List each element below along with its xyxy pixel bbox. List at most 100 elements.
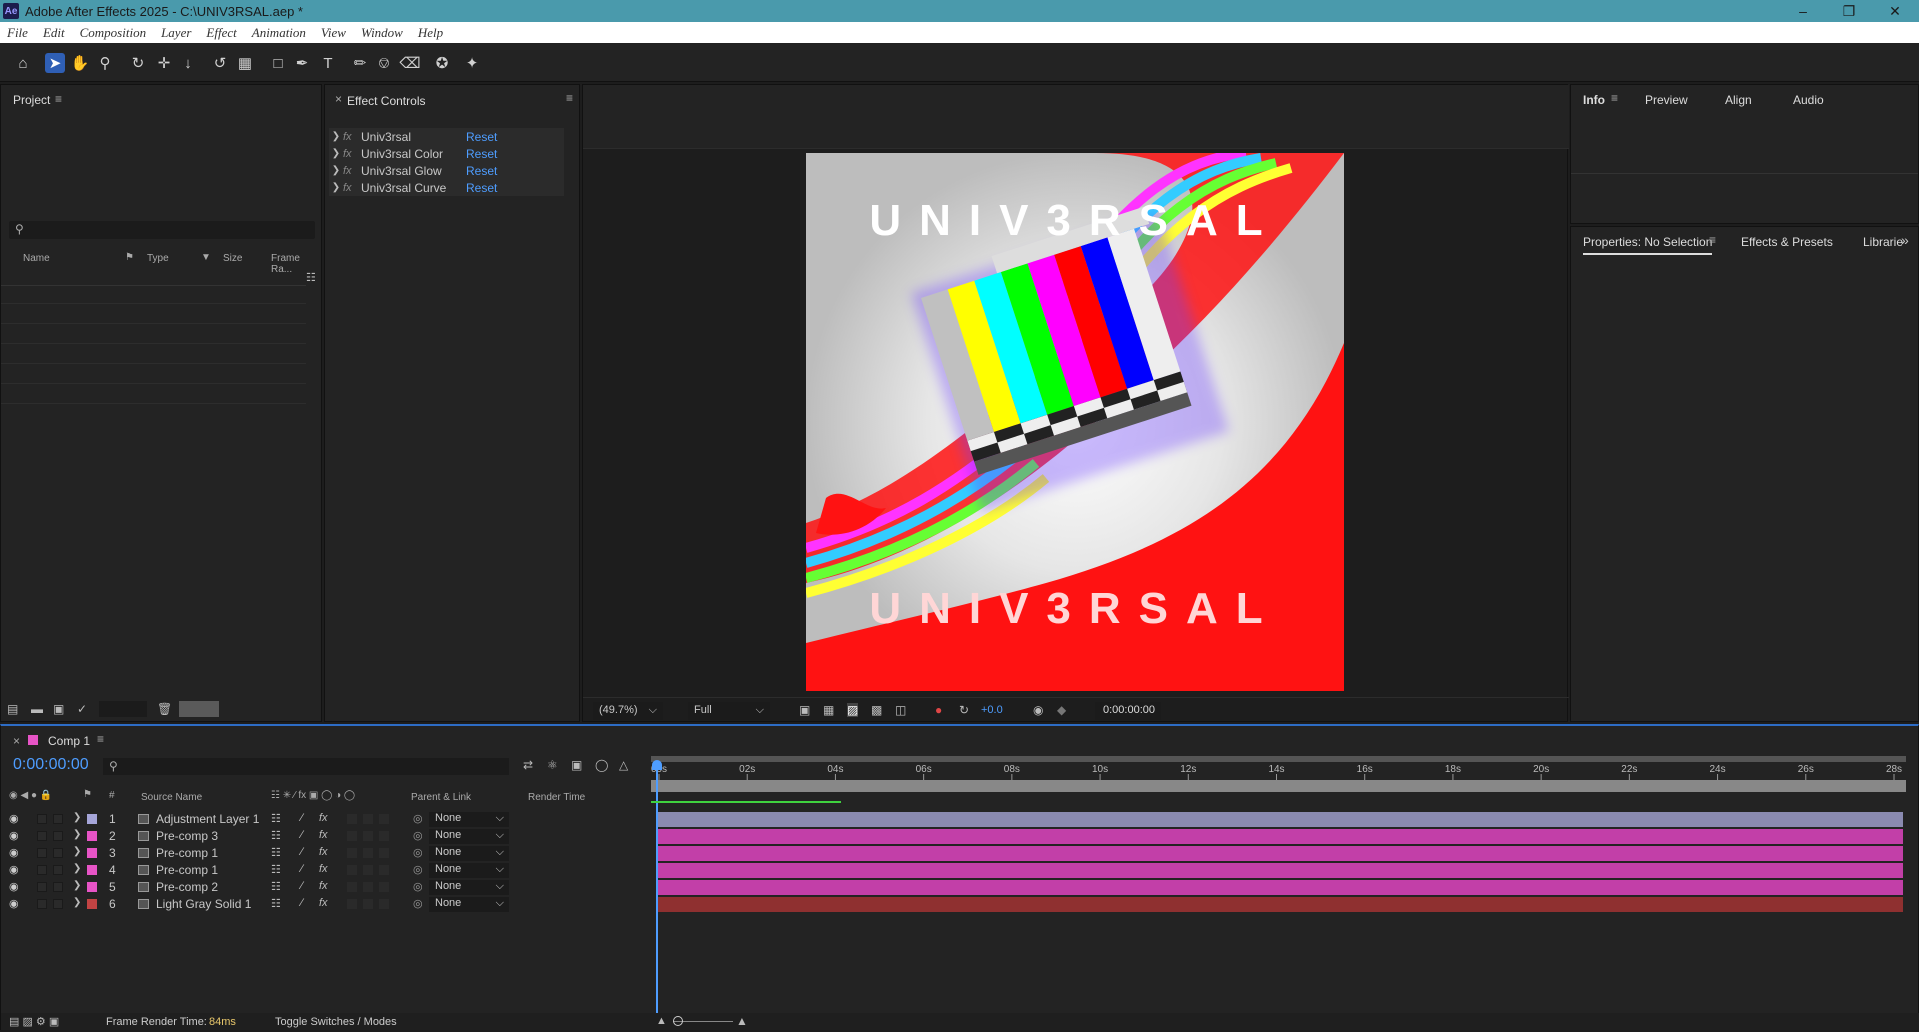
composition-canvas[interactable]: UNIV3RSAL UNIV3RSAL	[806, 153, 1344, 691]
orbit-camera-icon[interactable]: ↻	[128, 53, 148, 73]
panel-menu-icon[interactable]: ≡	[1611, 91, 1618, 105]
region-of-interest-icon[interactable]: ▣	[799, 703, 810, 717]
dolly-camera-icon[interactable]: ↓	[178, 53, 198, 73]
panel-menu-icon[interactable]: ≡	[55, 92, 62, 106]
hand-tool-icon[interactable]: ✋	[70, 53, 90, 73]
fx-icon[interactable]: fx	[343, 182, 361, 194]
type-tool-icon[interactable]: T	[318, 53, 338, 73]
column-name[interactable]: Name	[23, 253, 50, 264]
snapshot-icon[interactable]: ◉	[1033, 703, 1043, 717]
menu-effect[interactable]: Effect	[206, 25, 236, 41]
menu-animation[interactable]: Animation	[252, 25, 306, 41]
tab-audio[interactable]: Audio	[1793, 93, 1824, 107]
roto-brush-icon[interactable]: ✪	[432, 53, 452, 73]
menu-edit[interactable]: Edit	[43, 25, 65, 41]
resolution-dropdown[interactable]: Full ⌵	[688, 702, 770, 720]
puppet-pin-icon[interactable]: ✦	[462, 53, 482, 73]
reset-link[interactable]: Reset	[466, 164, 497, 178]
menu-layer[interactable]: Layer	[161, 25, 191, 41]
toggle-switches-modes[interactable]: Toggle Switches / Modes	[275, 1016, 397, 1028]
bpc-field[interactable]	[99, 701, 147, 717]
zoom-in-icon[interactable]: ▲	[736, 1014, 748, 1028]
rectangle-tool-icon[interactable]: □	[268, 53, 288, 73]
menu-view[interactable]: View	[321, 25, 346, 41]
reset-exposure-icon[interactable]: ↻	[959, 703, 969, 717]
grid-guides-icon[interactable]: ◫	[895, 703, 906, 717]
menu-file[interactable]: File	[7, 25, 28, 41]
layer-duration-bar[interactable]	[658, 863, 1903, 878]
pen-tool-icon[interactable]: ✒	[292, 53, 312, 73]
thumbnail-swatch[interactable]	[179, 701, 219, 717]
safe-margins-icon[interactable]: ▩	[871, 703, 882, 717]
new-folder-icon[interactable]: ▬	[31, 702, 43, 716]
label-tag-icon[interactable]: ⚑	[125, 252, 134, 263]
minimize-icon[interactable]: –	[1780, 0, 1826, 22]
reset-link[interactable]: Reset	[466, 130, 497, 144]
mask-visibility-icon[interactable]: ▨	[847, 703, 859, 717]
chevron-right-icon[interactable]: ❯	[329, 131, 343, 142]
reset-link[interactable]: Reset	[466, 181, 497, 195]
fx-icon[interactable]: fx	[343, 131, 361, 143]
zoom-tool-icon[interactable]: ⚲	[95, 53, 115, 73]
show-snapshot-icon[interactable]: ◆	[1057, 703, 1066, 717]
project-panel-title[interactable]: Project	[13, 93, 50, 107]
flowchart-icon[interactable]: ☷	[306, 271, 316, 284]
column-type[interactable]: Type	[147, 253, 169, 264]
selection-tool-icon[interactable]: ➤	[45, 53, 65, 73]
project-search-input[interactable]: ⚲	[9, 221, 315, 239]
reset-link[interactable]: Reset	[466, 147, 497, 161]
layer-duration-bar[interactable]	[658, 897, 1903, 912]
effect-controls-title[interactable]: Effect Controls	[347, 94, 425, 108]
zoom-slider-knob[interactable]	[673, 1016, 683, 1026]
home-icon[interactable]: ⌂	[13, 53, 33, 73]
tab-info[interactable]: Info	[1583, 93, 1605, 107]
chevron-right-icon[interactable]: ❯	[329, 165, 343, 176]
fx-icon[interactable]: fx	[343, 148, 361, 160]
transparency-grid-icon[interactable]: ▦	[823, 703, 834, 717]
playhead-handle-icon[interactable]	[652, 760, 662, 770]
trash-icon[interactable]: 🗑	[157, 702, 172, 716]
effect-row[interactable]: ❯ fx Univ3rsal Reset	[329, 128, 564, 145]
close-tab-icon[interactable]: ×	[335, 92, 342, 106]
chevron-right-icon[interactable]: ❯	[329, 148, 343, 159]
sort-chevron-icon[interactable]: ▼	[201, 252, 211, 263]
layer-duration-bar[interactable]	[658, 829, 1903, 844]
chevron-right-icon[interactable]: ❯	[329, 182, 343, 193]
more-tabs-icon[interactable]: »	[1901, 232, 1909, 248]
menu-window[interactable]: Window	[361, 25, 403, 41]
fx-icon[interactable]: fx	[343, 165, 361, 177]
restore-icon[interactable]: ❐	[1826, 0, 1872, 22]
effect-row[interactable]: ❯ fx Univ3rsal Color Reset	[329, 145, 564, 162]
zoom-out-icon[interactable]: ▲	[656, 1015, 667, 1027]
pan-behind-icon[interactable]: ▦	[235, 53, 255, 73]
eraser-tool-icon[interactable]: ⌫	[399, 53, 420, 73]
layer-duration-bar[interactable]	[658, 880, 1903, 895]
tab-align[interactable]: Align	[1725, 93, 1752, 107]
tab-properties[interactable]: Properties: No Selection	[1583, 235, 1713, 255]
tab-preview[interactable]: Preview	[1645, 93, 1688, 107]
tab-effects-presets[interactable]: Effects & Presets	[1741, 235, 1833, 249]
zoom-dropdown[interactable]: (49.7%) ⌵	[593, 702, 663, 720]
menu-help[interactable]: Help	[418, 25, 443, 41]
clone-stamp-icon[interactable]: ⎊	[374, 53, 394, 73]
brush-tool-icon[interactable]: ✏	[350, 53, 370, 73]
column-size[interactable]: Size	[223, 253, 242, 264]
close-icon[interactable]: ✕	[1872, 0, 1918, 22]
footer-icons[interactable]: ▤ ▨ ⚙ ▣	[9, 1015, 59, 1028]
interpret-footage-icon[interactable]: ▤	[7, 702, 18, 716]
viewer-timecode[interactable]: 0:00:00:00	[1095, 702, 1161, 720]
layer-duration-bar[interactable]	[658, 812, 1903, 827]
adjust-project-icon[interactable]: ✓	[77, 702, 87, 716]
tab-libraries[interactable]: Librarie	[1863, 235, 1903, 249]
layer-duration-bar[interactable]	[658, 846, 1903, 861]
menu-composition[interactable]: Composition	[80, 25, 146, 41]
pan-camera-icon[interactable]: ✛	[154, 53, 174, 73]
new-composition-icon[interactable]: ▣	[53, 702, 64, 716]
exposure-value[interactable]: +0.0	[981, 704, 1003, 716]
panel-menu-icon[interactable]: ≡	[566, 91, 573, 105]
effect-row[interactable]: ❯ fx Univ3rsal Curve Reset	[329, 179, 564, 196]
channel-rgb-icon[interactable]: ●	[935, 703, 942, 717]
panel-menu-icon[interactable]: ≡	[1709, 233, 1716, 247]
rotation-tool-icon[interactable]: ↺	[210, 53, 230, 73]
effect-row[interactable]: ❯ fx Univ3rsal Glow Reset	[329, 162, 564, 179]
